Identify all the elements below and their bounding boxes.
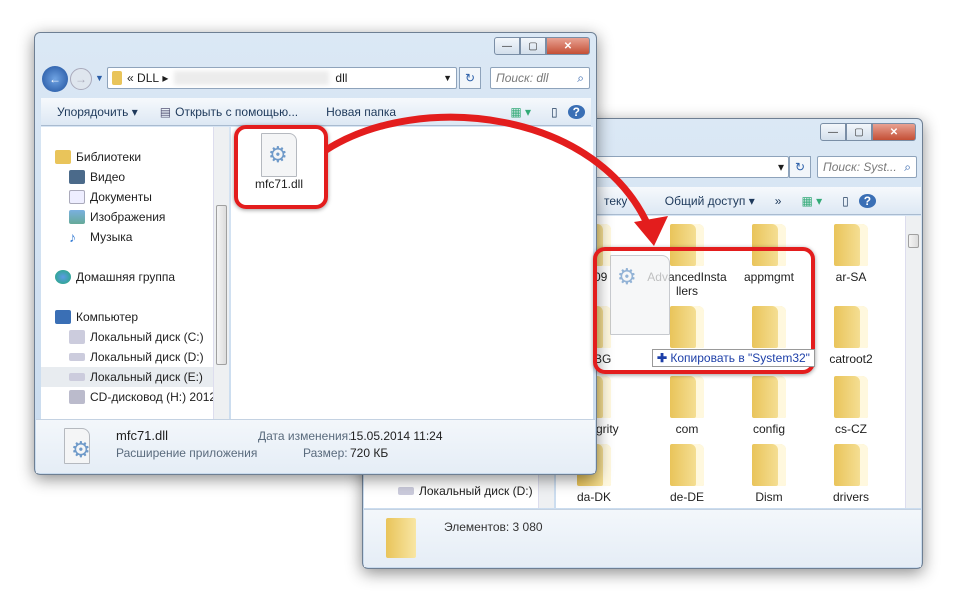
- tooltip-text: Копировать в "System32": [670, 351, 810, 365]
- plus-icon: ✚: [657, 351, 671, 365]
- copy-tooltip: ✚ Копировать в "System32": [652, 349, 815, 367]
- drag-arrow-curve: [324, 113, 654, 232]
- drag-ghost-icon: [610, 255, 670, 335]
- drag-arrow-head: [634, 216, 668, 246]
